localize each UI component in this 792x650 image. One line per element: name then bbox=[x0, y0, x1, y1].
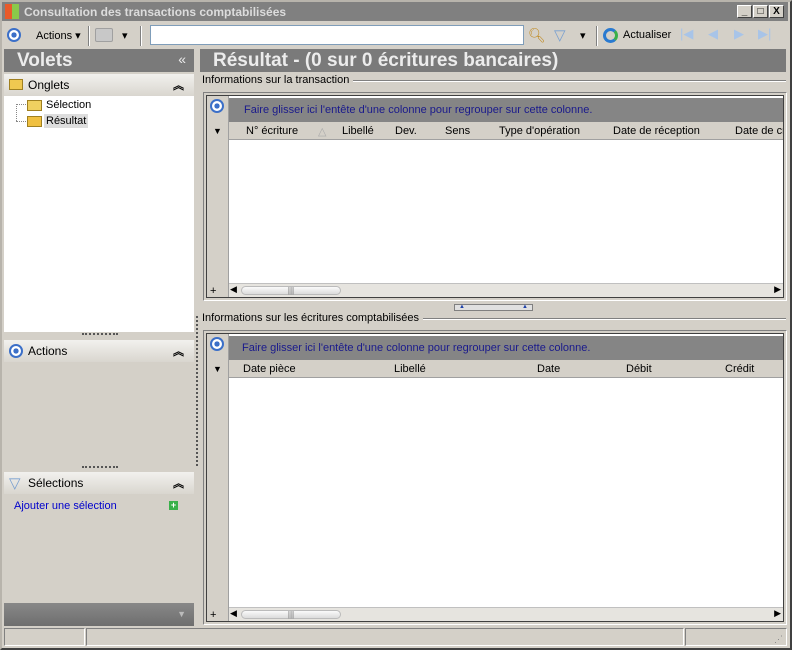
group-by-area[interactable]: Faire glisser ici l'entête d'une colonne… bbox=[229, 98, 783, 122]
status-panel bbox=[4, 628, 85, 646]
splitter-handle[interactable] bbox=[82, 333, 118, 335]
chevron-down-icon[interactable]: ▼ bbox=[213, 364, 222, 374]
tabs-section-title: Onglets bbox=[28, 78, 70, 92]
search-icon[interactable]: 🔍︎ bbox=[528, 27, 546, 44]
add-icon[interactable]: + bbox=[169, 501, 178, 510]
transaction-group-label: Informations sur la transaction bbox=[202, 74, 354, 86]
horizontal-scrollbar[interactable]: ◀ ||| ▶ bbox=[229, 283, 783, 297]
column-header[interactable]: Libellé bbox=[394, 363, 426, 375]
column-header[interactable]: Date bbox=[537, 363, 560, 375]
horizontal-scrollbar[interactable]: ◀ ||| ▶ bbox=[229, 607, 783, 621]
expand-icon[interactable]: + bbox=[210, 609, 216, 621]
next-icon[interactable]: ▶ bbox=[734, 26, 744, 42]
folder-icon bbox=[27, 100, 42, 111]
sidebar-header: Volets « bbox=[4, 49, 194, 72]
sort-ascending-icon: △ bbox=[318, 126, 327, 138]
print-dropdown-icon[interactable]: ▾ bbox=[122, 29, 128, 42]
actions-section-header[interactable]: Actions ︽ bbox=[4, 340, 194, 362]
page-title: Résultat - (0 sur 0 écritures bancaires) bbox=[200, 49, 786, 72]
printer-icon[interactable] bbox=[95, 28, 113, 42]
refresh-button[interactable]: Actualiser bbox=[623, 29, 671, 41]
selections-section-header[interactable]: ▽ Sélections ︽ bbox=[4, 472, 194, 494]
actions-label: Actions bbox=[36, 30, 73, 42]
column-header[interactable]: Libellé bbox=[342, 125, 374, 137]
column-headers: N° écriture △ Libellé Dev. Sens Type d'o… bbox=[229, 122, 783, 140]
radio-icon[interactable] bbox=[7, 28, 21, 42]
window-title: Consultation des transactions comptabili… bbox=[24, 5, 287, 19]
app-icon bbox=[5, 4, 19, 19]
sidebar-title: Volets bbox=[17, 50, 73, 71]
actions-section-title: Actions bbox=[28, 344, 68, 358]
open-folder-icon bbox=[27, 116, 42, 127]
tabs-tree: Sélection Résultat bbox=[4, 96, 194, 332]
close-button[interactable]: X bbox=[769, 5, 784, 18]
column-header[interactable]: Date pièce bbox=[243, 363, 296, 375]
radio-icon[interactable] bbox=[210, 99, 224, 113]
transaction-grid: ▼ Faire glisser ici l'entête d'une colon… bbox=[203, 92, 787, 301]
column-header[interactable]: Dev. bbox=[395, 125, 417, 137]
status-panel bbox=[86, 628, 684, 646]
selections-section-title: Sélections bbox=[28, 476, 84, 490]
entries-group-label: Informations sur les écritures comptabil… bbox=[202, 312, 424, 324]
column-header[interactable]: Débit bbox=[626, 363, 652, 375]
expand-icon[interactable]: + bbox=[210, 285, 216, 297]
status-panel bbox=[685, 628, 787, 646]
resize-grip-icon[interactable]: ⋰ bbox=[774, 634, 783, 645]
column-header[interactable]: N° écriture bbox=[246, 125, 298, 137]
collapse-chevron-icon[interactable]: ︽ bbox=[173, 343, 184, 359]
folder-icon bbox=[9, 79, 23, 90]
splitter-handle[interactable] bbox=[196, 316, 198, 466]
sidebar-footer: ▼ bbox=[4, 603, 194, 626]
chevron-down-icon[interactable]: ▼ bbox=[213, 126, 222, 136]
refresh-icon[interactable] bbox=[603, 28, 618, 43]
column-header[interactable]: Crédit bbox=[725, 363, 754, 375]
collapse-chevron-icon[interactable]: ︽ bbox=[173, 77, 184, 93]
title-bar: Consultation des transactions comptabili… bbox=[2, 2, 788, 21]
entries-grid: ▼ Faire glisser ici l'entête d'une colon… bbox=[203, 330, 787, 625]
tree-item-selection[interactable]: Sélection bbox=[46, 99, 91, 111]
tree-item-resultat[interactable]: Résultat bbox=[44, 114, 89, 128]
collapse-sidebar-button[interactable]: « bbox=[178, 51, 186, 67]
collapse-chevron-icon[interactable]: ︽ bbox=[173, 475, 184, 491]
group-by-area[interactable]: Faire glisser ici l'entête d'une colonne… bbox=[229, 336, 783, 360]
filter-icon[interactable]: ▽ bbox=[554, 26, 566, 44]
tabs-section-header[interactable]: Onglets ︽ bbox=[4, 74, 194, 96]
column-header[interactable]: Type d'opération bbox=[499, 125, 580, 137]
column-header[interactable]: Date de réception bbox=[613, 125, 700, 137]
first-icon[interactable]: |◀ bbox=[680, 26, 693, 42]
last-icon[interactable]: ▶| bbox=[758, 26, 771, 42]
search-input[interactable] bbox=[150, 25, 524, 45]
splitter-buttons[interactable]: ▲ ▲ bbox=[454, 304, 533, 311]
add-selection-link[interactable]: Ajouter une sélection bbox=[14, 500, 117, 512]
column-header[interactable]: Sens bbox=[445, 125, 470, 137]
splitter-handle[interactable] bbox=[82, 466, 118, 468]
filter-dropdown-icon[interactable]: ▾ bbox=[580, 29, 586, 42]
chevron-down-icon[interactable]: ▼ bbox=[177, 609, 186, 619]
radio-icon bbox=[9, 344, 23, 358]
column-headers: Date pièce Libellé Date Débit Crédit bbox=[229, 360, 783, 378]
column-header[interactable]: Date de cr bbox=[735, 125, 783, 137]
maximize-button[interactable]: □ bbox=[753, 5, 768, 18]
filter-icon: ▽ bbox=[9, 475, 21, 492]
radio-icon[interactable] bbox=[210, 337, 224, 351]
prev-icon[interactable]: ◀ bbox=[708, 26, 718, 42]
actions-menu[interactable]: Actions ▾ bbox=[36, 29, 81, 42]
minimize-button[interactable]: _ bbox=[737, 5, 752, 18]
toolbar: Actions ▾ ▾ 🔍︎ ▽ ▾ Actualiser |◀ ◀ ▶ ▶| bbox=[2, 22, 788, 48]
